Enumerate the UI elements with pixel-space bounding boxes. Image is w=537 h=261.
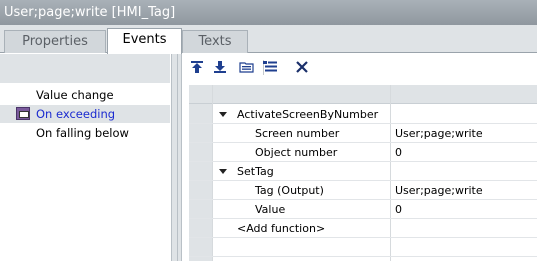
function-row[interactable]: SetTag [189, 162, 537, 181]
param-row[interactable]: Value 0 [189, 200, 537, 219]
list-icon[interactable] [261, 58, 279, 76]
param-label: Screen number [255, 127, 340, 140]
event-on-falling-below[interactable]: On falling below [0, 124, 170, 142]
event-on-exceeding[interactable]: On exceeding [0, 105, 170, 123]
add-function-link[interactable]: <Add function> [237, 219, 325, 238]
move-up-icon[interactable] [188, 58, 206, 76]
param-value[interactable]: 0 [395, 143, 402, 162]
event-list-header [0, 54, 170, 83]
tab-events[interactable]: Events [107, 28, 182, 54]
grid-header [189, 85, 537, 104]
function-row[interactable]: ActivateScreenByNumber [189, 105, 537, 124]
function-toolbar [182, 54, 537, 81]
event-value-change[interactable]: Value change [0, 86, 170, 104]
folder-open-icon[interactable] [238, 58, 256, 76]
empty-row [189, 238, 537, 257]
pane-splitter[interactable] [171, 54, 182, 261]
param-value[interactable]: User;page;write [395, 124, 483, 143]
expand-triangle-icon[interactable] [219, 169, 227, 174]
event-on-exceeding-label: On exceeding [36, 107, 116, 121]
param-value[interactable]: 0 [395, 200, 402, 219]
expand-triangle-icon[interactable] [219, 112, 227, 117]
tab-strip: Properties Events Texts [0, 25, 537, 54]
event-function-icon [16, 107, 30, 120]
param-row[interactable]: Object number 0 [189, 143, 537, 162]
param-row[interactable]: Tag (Output) User;page;write [189, 181, 537, 200]
param-label: Value [255, 203, 286, 216]
move-down-icon[interactable] [211, 58, 229, 76]
window-title: User;page;write [HMI_Tag] [0, 0, 537, 25]
tab-texts[interactable]: Texts [182, 30, 248, 53]
delete-icon[interactable] [293, 58, 311, 76]
event-list: Value change On exceeding On falling bel… [0, 54, 170, 261]
tab-properties[interactable]: Properties [4, 30, 106, 53]
function-list-grid: ActivateScreenByNumber Screen number Use… [189, 85, 537, 261]
param-value[interactable]: User;page;write [395, 181, 483, 200]
function-name: ActivateScreenByNumber [237, 108, 379, 121]
param-label: Tag (Output) [255, 184, 324, 197]
param-label: Object number [255, 146, 338, 159]
function-name: SetTag [237, 165, 274, 178]
add-function-row[interactable]: <Add function> [189, 219, 537, 238]
param-row[interactable]: Screen number User;page;write [189, 124, 537, 143]
